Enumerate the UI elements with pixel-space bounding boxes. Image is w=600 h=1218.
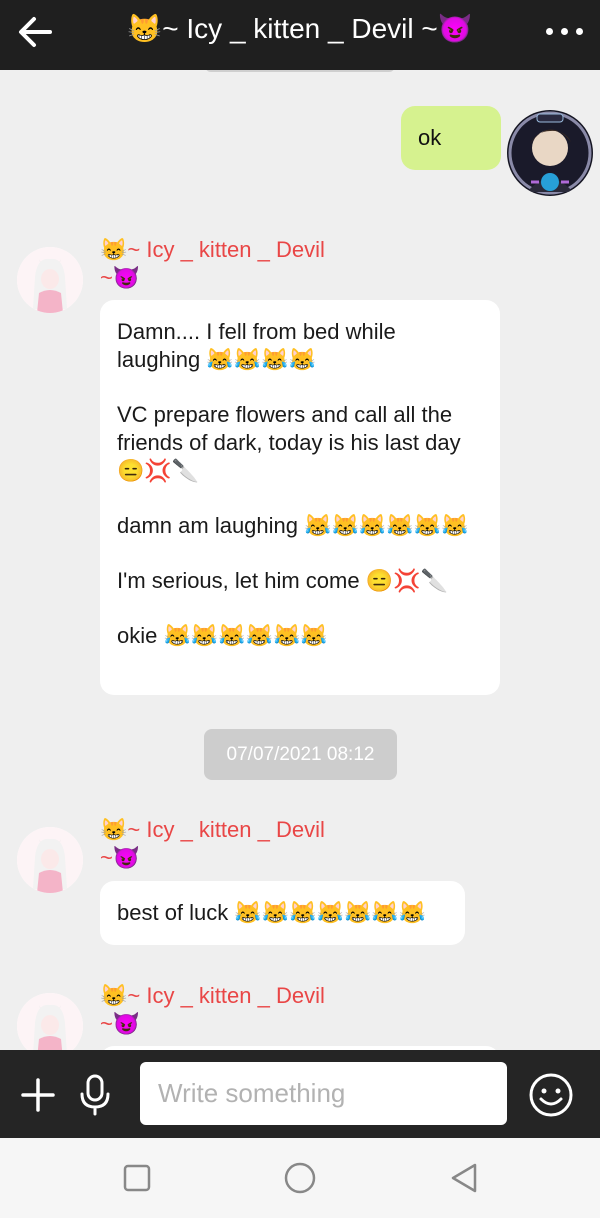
message-paragraph: okie 😹😹😹😹😹😹 [117,623,328,648]
chat-area[interactable]: ok 😸~ Icy _ kitten _ Devil ~😈 Damn.... I… [0,70,600,1050]
my-avatar[interactable] [507,110,593,196]
sender-name-line2: ~😈 [100,1011,141,1036]
voice-button[interactable] [78,1074,112,1116]
previous-timestamp-peek [205,70,395,72]
sender-name[interactable]: 😸~ Icy _ kitten _ Devil ~😈 [100,236,360,292]
system-nav-bar [0,1138,600,1218]
home-button[interactable] [282,1160,318,1196]
avatar-image [17,993,83,1050]
date-separator: 07/07/2021 08:12 [204,729,397,780]
circle-icon [284,1162,316,1194]
arrow-left-icon [19,17,52,47]
sender-avatar[interactable] [17,247,83,313]
microphone-icon [80,1074,110,1116]
sender-avatar[interactable] [17,827,83,893]
avatar-image [17,247,83,313]
square-icon [123,1164,151,1192]
avatar-image [508,111,592,195]
recents-button[interactable] [119,1160,155,1196]
more-horizontal-icon [546,28,553,35]
sender-name[interactable]: 😸~ Icy _ kitten _ Devil ~😈 [100,982,360,1038]
sender-name[interactable]: 😸~ Icy _ kitten _ Devil ~😈 [100,816,360,872]
message-paragraph: damn am laughing 😹😹😹😹😹😹 [117,513,469,538]
message-paragraph: Damn.... I fell from bed while laughing … [117,319,396,372]
emoji-icon [529,1073,573,1117]
sender-name-line2: ~😈 [100,845,141,870]
top-bar: 😸~ Icy _ kitten _ Devil ~😈 [0,0,600,70]
sender-name-line1: 😸~ Icy _ kitten _ Devil [100,237,325,262]
sender-name-line1: 😸~ Icy _ kitten _ Devil [100,983,325,1008]
incoming-message[interactable]: Damn.... I fell from bed while laughing … [100,300,500,695]
sender-avatar[interactable] [17,993,83,1050]
chat-title[interactable]: 😸~ Icy _ kitten _ Devil ~😈 [80,12,520,45]
outgoing-message[interactable]: ok [401,106,501,170]
more-button[interactable] [542,16,586,46]
back-button[interactable] [14,10,58,54]
triangle-back-icon [451,1163,477,1193]
emoji-button[interactable] [528,1072,574,1118]
message-paragraph: VC prepare flowers and call all the frie… [117,402,461,483]
incoming-message[interactable]: best of luck 😹😹😹😹😹😹😹 [100,881,465,945]
nav-back-button[interactable] [446,1160,482,1196]
sender-name-line1: 😸~ Icy _ kitten _ Devil [100,817,325,842]
sender-name-line2: ~😈 [100,265,141,290]
avatar-image [17,827,83,893]
attach-button[interactable] [20,1077,56,1113]
message-input[interactable] [140,1062,507,1125]
plus-icon [21,1078,55,1112]
message-paragraph: I'm serious, let him come 😑💢🔪 [117,568,448,593]
composer-bar [0,1050,600,1138]
